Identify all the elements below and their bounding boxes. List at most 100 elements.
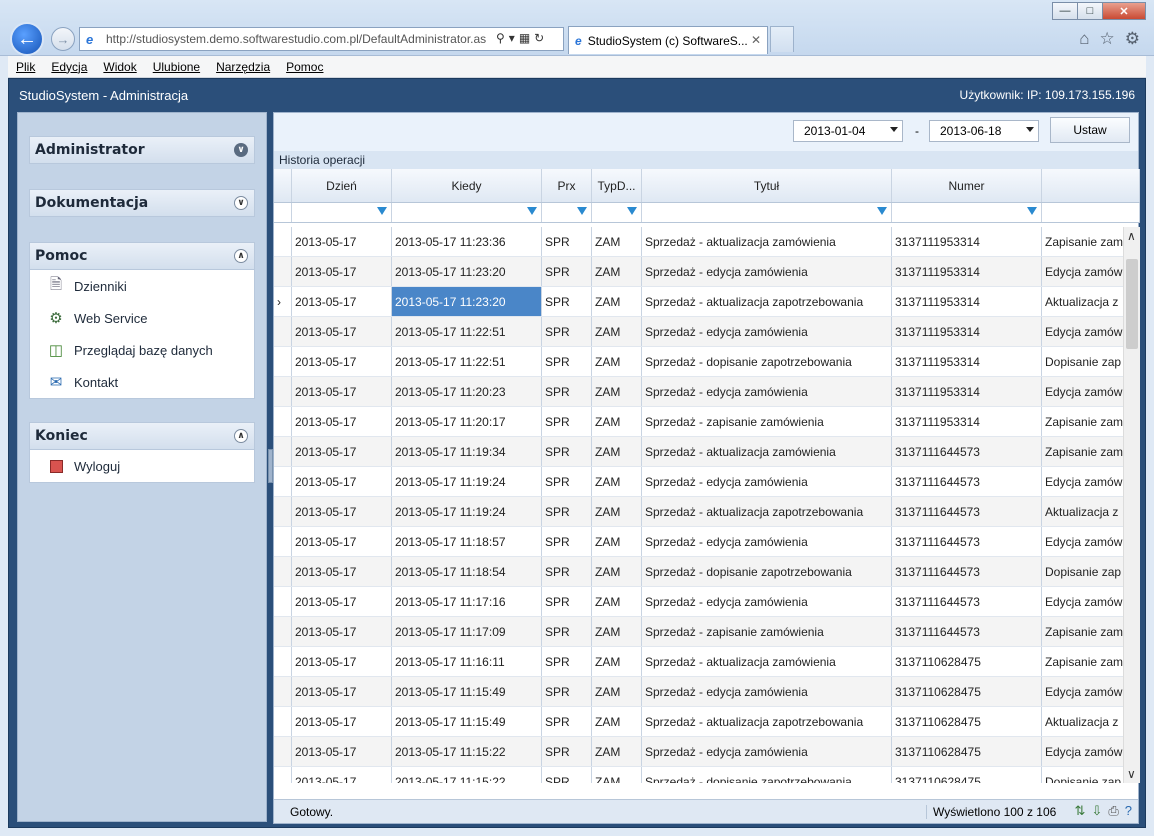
- table-row[interactable]: 2013-05-17 2013-05-17 11:15:49 SPR ZAM Sprze…: [274, 707, 1140, 737]
- sidebar-item-wyloguj[interactable]: Wyloguj: [30, 450, 254, 482]
- refresh-grid-icon[interactable]: ⇅: [1075, 803, 1086, 819]
- cell-kiedy[interactable]: 2013-05-17 11:17:16: [392, 587, 542, 616]
- cell-tytul[interactable]: Sprzedaż - dopisanie zapotrzebowania: [642, 767, 892, 783]
- table-row[interactable]: 2013-05-17 2013-05-17 11:23:20 SPR ZAM Sprze…: [274, 257, 1140, 287]
- dropdown-arrow-icon[interactable]: [890, 127, 898, 132]
- cell-tytul[interactable]: Sprzedaż - aktualizacja zamówienia: [642, 647, 892, 676]
- table-row[interactable]: 2013-05-17 2013-05-17 11:19:24 SPR ZAM Sprze…: [274, 497, 1140, 527]
- search-icon[interactable]: ⚲: [496, 31, 509, 45]
- cell-typd[interactable]: ZAM: [592, 347, 642, 376]
- home-icon[interactable]: ⌂: [1079, 29, 1089, 49]
- settings-gear-icon[interactable]: ⚙: [1125, 29, 1140, 49]
- filter-numer[interactable]: [892, 203, 1042, 222]
- cell-tytul[interactable]: Sprzedaż - edycja zamówienia: [642, 257, 892, 286]
- cell-tytul[interactable]: Sprzedaż - edycja zamówienia: [642, 677, 892, 706]
- group-header[interactable]: Pomoc ∧: [29, 242, 255, 270]
- cell-kiedy[interactable]: 2013-05-17 11:19:24: [392, 467, 542, 496]
- menu-edycja[interactable]: Edycja: [51, 60, 87, 74]
- filter-typd[interactable]: [592, 203, 642, 222]
- cell-numer[interactable]: 3137110628475: [892, 677, 1042, 706]
- header-prx[interactable]: Prx: [542, 169, 592, 202]
- cell-typd[interactable]: ZAM: [592, 377, 642, 406]
- cell-kiedy[interactable]: 2013-05-17 11:16:11: [392, 647, 542, 676]
- cell-tytul[interactable]: Sprzedaż - edycja zamówienia: [642, 527, 892, 556]
- group-header[interactable]: Koniec ∧: [29, 422, 255, 450]
- cell-prx[interactable]: SPR: [542, 227, 592, 256]
- menu-pomoc[interactable]: Pomoc: [286, 60, 323, 74]
- cell-prx[interactable]: SPR: [542, 437, 592, 466]
- table-row[interactable]: 2013-05-17 2013-05-17 11:17:09 SPR ZAM Sprze…: [274, 617, 1140, 647]
- cell-tytul[interactable]: Sprzedaż - zapisanie zamówienia: [642, 407, 892, 436]
- sidebar-item-dzienniki[interactable]: 🗎 Dzienniki: [30, 270, 254, 302]
- cell-numer[interactable]: 3137111953314: [892, 227, 1042, 256]
- cell-tytul[interactable]: Sprzedaż - edycja zamówienia: [642, 377, 892, 406]
- browser-tab[interactable]: e StudioSystem (c) SoftwareS... ✕: [568, 26, 768, 54]
- cell-kiedy[interactable]: 2013-05-17 11:18:54: [392, 557, 542, 586]
- maximize-icon[interactable]: □: [1077, 2, 1103, 20]
- cell-numer[interactable]: 3137111644573: [892, 617, 1042, 646]
- cell-dzien[interactable]: 2013-05-17: [292, 767, 392, 783]
- cell-dzien[interactable]: 2013-05-17: [292, 407, 392, 436]
- cell-numer[interactable]: 3137111953314: [892, 287, 1042, 316]
- filter-kiedy[interactable]: [392, 203, 542, 222]
- cell-prx[interactable]: SPR: [542, 707, 592, 736]
- cell-dzien[interactable]: 2013-05-17: [292, 437, 392, 466]
- cell-dzien[interactable]: 2013-05-17: [292, 707, 392, 736]
- cell-prx[interactable]: SPR: [542, 317, 592, 346]
- cell-prx[interactable]: SPR: [542, 677, 592, 706]
- cell-tytul[interactable]: Sprzedaż - edycja zamówienia: [642, 587, 892, 616]
- cell-kiedy[interactable]: 2013-05-17 11:15:22: [392, 737, 542, 766]
- cell-typd[interactable]: ZAM: [592, 767, 642, 783]
- cell-tytul[interactable]: Sprzedaż - dopisanie zapotrzebowania: [642, 557, 892, 586]
- table-row[interactable]: 2013-05-17 2013-05-17 11:17:16 SPR ZAM Sprze…: [274, 587, 1140, 617]
- filter-prx[interactable]: [542, 203, 592, 222]
- forward-button[interactable]: →: [51, 27, 75, 51]
- menu-plik[interactable]: Plik: [16, 60, 35, 74]
- cell-kiedy[interactable]: 2013-05-17 11:18:57: [392, 527, 542, 556]
- scroll-thumb[interactable]: [1126, 259, 1138, 349]
- table-row[interactable]: 2013-05-17 2013-05-17 11:19:24 SPR ZAM Sprze…: [274, 467, 1140, 497]
- cell-tytul[interactable]: Sprzedaż - edycja zamówienia: [642, 317, 892, 346]
- table-row[interactable]: 2013-05-17 2013-05-17 11:20:17 SPR ZAM Sprze…: [274, 407, 1140, 437]
- cell-prx[interactable]: SPR: [542, 407, 592, 436]
- cell-dzien[interactable]: 2013-05-17: [292, 377, 392, 406]
- cell-typd[interactable]: ZAM: [592, 527, 642, 556]
- cell-tytul[interactable]: Sprzedaż - aktualizacja zamówienia: [642, 227, 892, 256]
- table-row[interactable]: 2013-05-17 2013-05-17 11:19:34 SPR ZAM Sprze…: [274, 437, 1140, 467]
- cell-numer[interactable]: 3137111644573: [892, 467, 1042, 496]
- cell-dzien[interactable]: 2013-05-17: [292, 287, 392, 316]
- cell-tytul[interactable]: Sprzedaż - zapisanie zamówienia: [642, 617, 892, 646]
- cell-kiedy[interactable]: 2013-05-17 11:19:34: [392, 437, 542, 466]
- cell-dzien[interactable]: 2013-05-17: [292, 347, 392, 376]
- header-dzien[interactable]: Dzień: [292, 169, 392, 202]
- cell-typd[interactable]: ZAM: [592, 497, 642, 526]
- scroll-up-icon[interactable]: ∧: [1127, 229, 1136, 243]
- table-row[interactable]: › 2013-05-17 2013-05-17 11:23:20 SPR ZAM Sprz…: [274, 287, 1140, 317]
- expand-icon[interactable]: ∨: [234, 143, 248, 157]
- table-row[interactable]: 2013-05-17 2013-05-17 11:18:54 SPR ZAM Sprze…: [274, 557, 1140, 587]
- cell-kiedy[interactable]: 2013-05-17 11:15:22: [392, 767, 542, 783]
- filter-icon[interactable]: [627, 207, 637, 215]
- filter-dzien[interactable]: [292, 203, 392, 222]
- filter-icon[interactable]: [377, 207, 387, 215]
- dropdown-arrow-icon[interactable]: [1026, 127, 1034, 132]
- cell-numer[interactable]: 3137111644573: [892, 437, 1042, 466]
- table-row[interactable]: 2013-05-17 2013-05-17 11:15:22 SPR ZAM Sprze…: [274, 737, 1140, 767]
- cell-prx[interactable]: SPR: [542, 527, 592, 556]
- cell-prx[interactable]: SPR: [542, 497, 592, 526]
- cell-dzien[interactable]: 2013-05-17: [292, 647, 392, 676]
- cell-dzien[interactable]: 2013-05-17: [292, 587, 392, 616]
- cell-numer[interactable]: 3137111953314: [892, 377, 1042, 406]
- cell-prx[interactable]: SPR: [542, 647, 592, 676]
- close-icon[interactable]: ✕: [1102, 2, 1146, 20]
- cell-dzien[interactable]: 2013-05-17: [292, 737, 392, 766]
- cell-numer[interactable]: 3137111953314: [892, 407, 1042, 436]
- cell-typd[interactable]: ZAM: [592, 407, 642, 436]
- cell-tytul[interactable]: Sprzedaż - aktualizacja zapotrzebowania: [642, 707, 892, 736]
- cell-dzien[interactable]: 2013-05-17: [292, 617, 392, 646]
- cell-typd[interactable]: ZAM: [592, 587, 642, 616]
- cell-prx[interactable]: SPR: [542, 587, 592, 616]
- help-icon[interactable]: ?: [1125, 803, 1132, 819]
- menu-widok[interactable]: Widok: [103, 60, 136, 74]
- cell-prx[interactable]: SPR: [542, 377, 592, 406]
